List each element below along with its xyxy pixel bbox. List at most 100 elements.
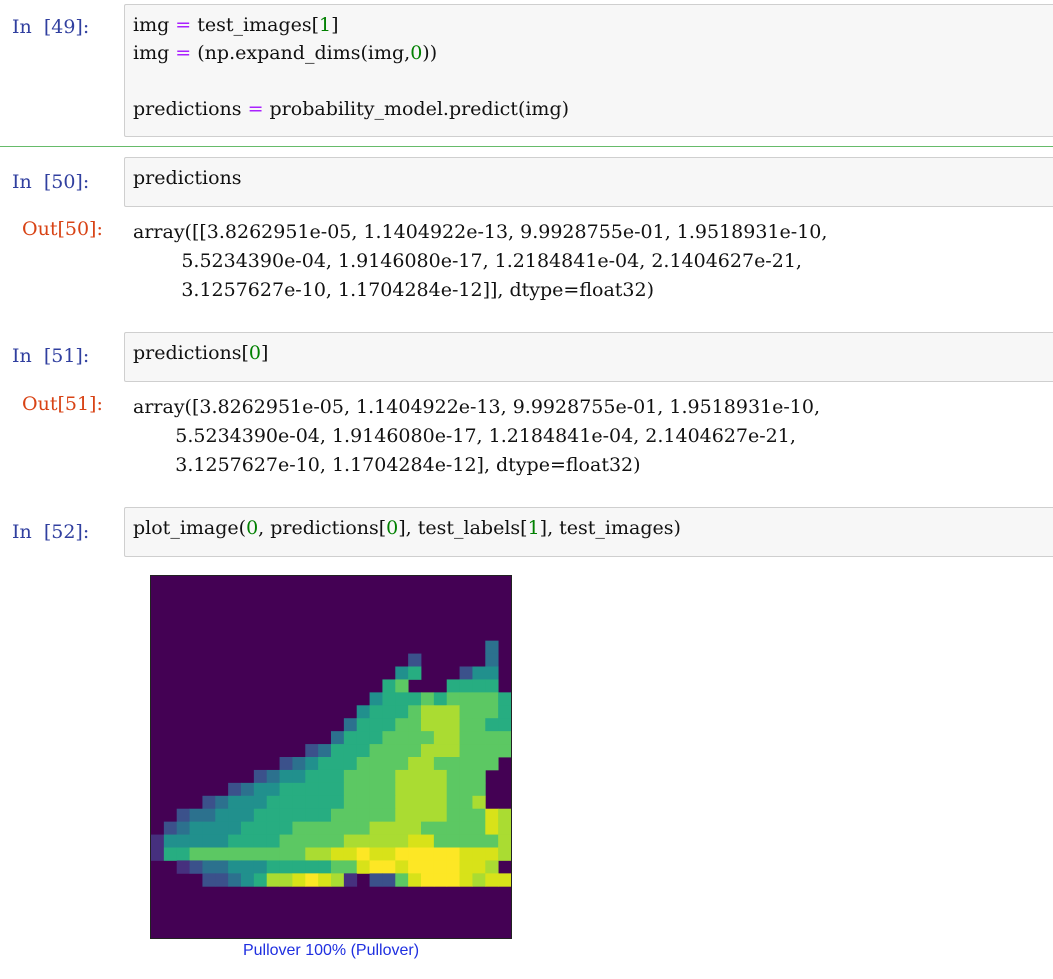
image-pixel [446, 769, 460, 784]
image-pixel [395, 679, 409, 693]
image-pixel [331, 757, 345, 771]
image-pixel [433, 718, 448, 732]
image-pixel [459, 666, 473, 680]
image-pixel [433, 808, 448, 823]
image-pixel [343, 860, 358, 874]
code-input[interactable]: predictions[0] [124, 332, 1053, 382]
image-pixel [356, 718, 370, 732]
image-pixel [253, 821, 268, 835]
image-pixel [305, 873, 319, 887]
image-pixel [369, 834, 383, 848]
image-pixel [279, 808, 293, 823]
image-pixel [356, 847, 370, 861]
code-text: img = test_images[1] img = (np.expand_dim… [133, 11, 1045, 123]
code-token: ], test_labels[ [398, 517, 528, 539]
image-pixel [485, 692, 499, 706]
image-pixel [331, 808, 345, 823]
code-token-number: 0 [410, 42, 423, 64]
image-pixel [369, 860, 383, 874]
image-pixel [343, 731, 358, 745]
image-pixel [292, 757, 306, 771]
image-pixel [382, 744, 396, 758]
image-pixel [382, 757, 396, 771]
image-pixel [446, 705, 460, 719]
image-pixel [305, 847, 319, 861]
image-pixel [292, 808, 306, 823]
image-pixel [279, 860, 293, 874]
image-pixel [408, 731, 422, 745]
image-pixel [485, 744, 499, 758]
code-token-number: 0 [246, 517, 259, 539]
image-pixel [266, 821, 280, 835]
image-pixel [266, 782, 280, 797]
image-pixel [318, 795, 332, 810]
image-pixel [395, 744, 409, 758]
image-pixel [356, 757, 370, 771]
image-pixel [253, 860, 268, 874]
image-pixel [421, 731, 435, 745]
image-pixel [459, 692, 473, 706]
image-pixel [228, 873, 242, 887]
image-pixel [421, 769, 435, 784]
image-pixel [421, 692, 435, 706]
image-pixel [395, 808, 409, 823]
image-pixel [331, 834, 345, 848]
image-pixel [421, 860, 435, 874]
image-pixel [343, 847, 358, 861]
image-pixel [228, 821, 242, 835]
image-pixel [395, 718, 409, 732]
image-pixel [318, 834, 332, 848]
image-pixel [459, 808, 473, 823]
image-pixel [253, 808, 268, 823]
image-pixel [446, 782, 460, 797]
image-pixel [202, 795, 216, 810]
image-pixel [202, 860, 216, 874]
image-pixel [459, 718, 473, 732]
image-pixel [485, 718, 499, 732]
image-pixel [395, 782, 409, 797]
image-pixel [369, 744, 383, 758]
image-pixel [331, 782, 345, 797]
input-prompt: In [50]: [12, 171, 90, 193]
code-input[interactable]: plot_image(0, predictions[0], test_label… [124, 507, 1053, 557]
image-pixel [421, 808, 435, 823]
image-pixel [228, 847, 242, 861]
image-pixel [176, 847, 190, 861]
image-pixel [382, 782, 396, 797]
image-pixel [433, 795, 448, 810]
image-pixel [446, 718, 460, 732]
image-pixel [241, 834, 255, 848]
image-pixel [228, 834, 242, 848]
image-pixel [189, 834, 203, 848]
image-pixel [292, 821, 306, 835]
image-pixel [151, 847, 165, 861]
code-input[interactable]: img = test_images[1] img = (np.expand_dim… [124, 4, 1053, 137]
image-pixel [382, 769, 396, 784]
image-pixel [485, 808, 499, 823]
code-input[interactable]: predictions [124, 157, 1053, 207]
image-pixel [305, 795, 319, 810]
image-pixel [253, 795, 268, 810]
image-pixel [202, 834, 216, 848]
image-pixel [395, 873, 409, 887]
image-pixel [408, 666, 422, 680]
image-pixel [485, 640, 499, 654]
image-pixel [331, 847, 345, 861]
image-pixel [279, 821, 293, 835]
image-pixel [369, 795, 383, 810]
image-pixel [395, 731, 409, 745]
image-pixel [472, 873, 486, 887]
image-pixel [305, 769, 319, 784]
code-token: img [133, 14, 176, 36]
image-pixel [408, 769, 422, 784]
input-prompt: In [49]: [12, 16, 90, 38]
image-pixel [253, 834, 268, 848]
image-pixel [421, 834, 435, 848]
image-pixel [498, 847, 511, 861]
image-pixel [446, 744, 460, 758]
image-pixel [446, 731, 460, 745]
image-pixel [292, 847, 306, 861]
output-text: array([[3.8262951e-05, 1.1404922e-13, 9.… [133, 221, 828, 301]
image-pixel [318, 769, 332, 784]
image-pixel [343, 834, 358, 848]
